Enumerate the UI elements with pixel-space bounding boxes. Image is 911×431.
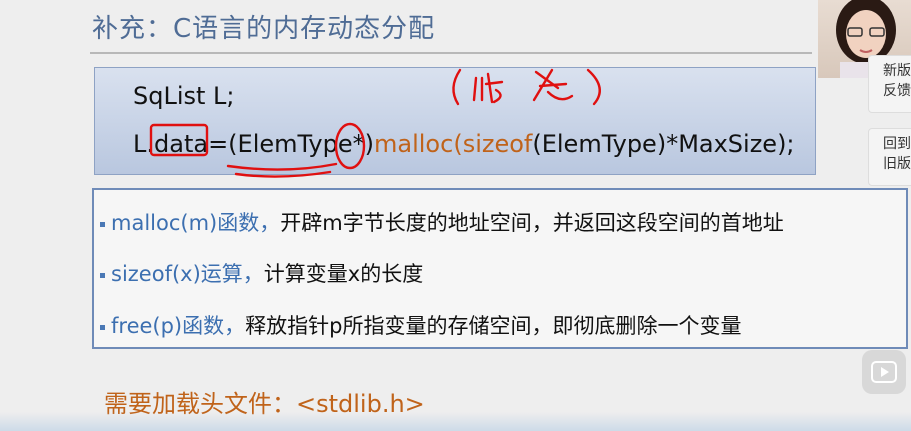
bullet-icon [100,221,105,227]
bullet-description: 释放指针p所指变量的存储空间，即彻底删除一个变量 [245,314,742,338]
code-cast: (ElemType*) [228,130,374,158]
bullet-function: malloc(m)函数， [111,211,281,235]
code-var: L.data [133,130,209,158]
bullet-function: free(p)函数， [111,314,246,338]
return-old-version-button[interactable]: 回到 旧版 [868,128,911,186]
code-eq: = [208,130,229,158]
video-player-button[interactable] [862,350,906,394]
code-block: SqList L; L.data=(ElemType*)malloc(sizeo… [94,67,816,175]
play-icon [871,361,897,383]
bullet-function: sizeof(x)运算， [111,262,264,286]
bullet-icon [100,324,105,330]
side-btn-label: 新版 反馈 [883,63,911,99]
code-arg: (ElemType)*MaxSize); [532,130,795,158]
bullet-list: malloc(m)函数，开辟m字节长度的地址空间，并返回这段空间的首地址 siz… [92,188,908,349]
bullet-icon [100,272,105,278]
list-item: sizeof(x)运算，计算变量x的长度 [100,258,423,288]
list-item: free(p)函数，释放指针p所指变量的存储空间，即彻底删除一个变量 [100,310,741,340]
code-paren: ( [453,130,463,158]
code-malloc: malloc [374,130,454,158]
side-btn-label: 回到 旧版 [883,136,911,172]
code-line-malloc: L.data=(ElemType*)malloc(sizeof(ElemType… [133,130,795,158]
code-sizeof: sizeof [462,130,533,158]
bullet-description: 开辟m字节长度的地址空间，并返回这段空间的首地址 [280,211,784,235]
new-version-feedback-button[interactable]: 新版 反馈 [868,55,911,113]
bottom-gradient [0,412,911,431]
title-divider [90,52,812,54]
list-item: malloc(m)函数，开辟m字节长度的地址空间，并返回这段空间的首地址 [100,207,784,237]
slide-title: 补充：C语言的内存动态分配 [92,14,436,44]
code-line-declaration: SqList L; [133,82,235,110]
bullet-description: 计算变量x的长度 [263,262,424,286]
